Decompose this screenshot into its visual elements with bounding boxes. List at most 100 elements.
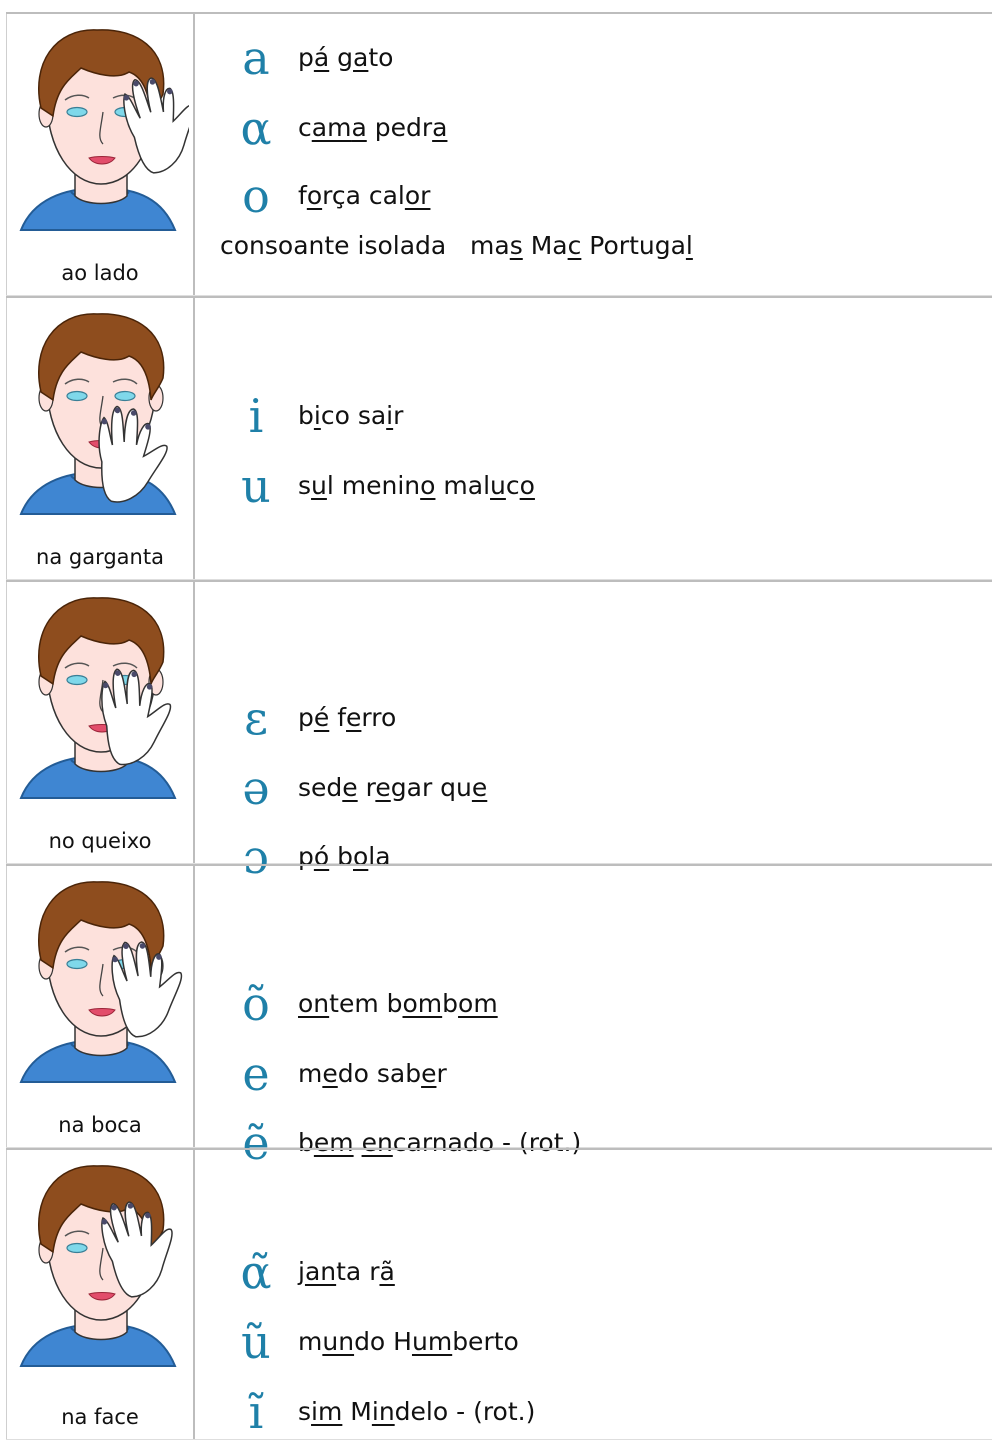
left-eye <box>66 1242 88 1254</box>
face-illustration <box>19 1165 177 1367</box>
highlighted-letters: e <box>342 773 358 802</box>
word-text: delo - (rot.) <box>394 1397 536 1426</box>
illustration-cell: na boca <box>6 866 195 1147</box>
example-words: cama pedra <box>298 98 447 158</box>
word-text: s <box>298 471 312 500</box>
examples-cell: i bico sair u sul menino maluco <box>196 298 992 579</box>
illustration-cell: na garganta <box>6 298 195 579</box>
examples-cell: α̃ janta rã ũ mundo Humberto ĩ sim Mindelo - … <box>196 1150 992 1439</box>
position-caption: na garganta <box>36 545 164 569</box>
example-words: medo saber <box>298 1044 447 1104</box>
highlighted-letters: un <box>322 1327 355 1356</box>
highlighted-letters: or <box>404 181 431 210</box>
examples-cell: õ ontem bombom e medo saber ẽ bem encarnado -… <box>196 866 992 1170</box>
highlighted-letters: e <box>322 1059 338 1088</box>
word-text: g <box>329 43 354 72</box>
phonetic-symbol: ĩ <box>248 1385 264 1439</box>
left-eye <box>66 958 88 970</box>
highlighted-letters: an <box>304 1257 337 1286</box>
word-text: c <box>298 113 312 142</box>
example-words: pé ferro <box>298 688 396 748</box>
highlighted-letters: e <box>471 773 488 802</box>
face-illustration <box>19 313 177 515</box>
illustration-cell: no queixo <box>6 582 195 863</box>
example-words: mundo Humberto <box>298 1312 519 1372</box>
phonetic-symbol: ɛ <box>244 691 268 745</box>
highlighted-letters: a <box>351 113 367 142</box>
word-text: pedr <box>366 113 433 142</box>
word-text: Ma <box>522 231 568 260</box>
highlighted-letters: e <box>421 1059 437 1088</box>
right-eye <box>114 390 136 402</box>
illustration-cell: ao lado <box>6 14 195 295</box>
highlighted-letters: i <box>313 401 321 430</box>
highlighted-letters: u <box>311 471 327 500</box>
example-words: força calor <box>298 166 430 226</box>
word-text: co sa <box>320 401 387 430</box>
phonetic-symbol: ũ <box>241 1315 271 1369</box>
highlighted-letters: á <box>313 43 330 72</box>
example-words: bico sair <box>298 386 403 446</box>
phonetic-symbol: a <box>242 31 270 85</box>
phonetic-symbol: õ <box>242 977 270 1031</box>
word-text: consoante isolada ma <box>220 231 510 260</box>
highlighted-letters: o <box>420 471 436 500</box>
word-text: p <box>298 43 314 72</box>
phonetic-symbol: α̃ <box>240 1245 272 1299</box>
position-caption: na face <box>61 1405 139 1429</box>
example-words: pá gato <box>298 28 393 88</box>
highlighted-letters: e <box>375 773 391 802</box>
sound-row: na boca õ ontem bombom e medo saber ẽ bem enca… <box>6 864 992 1170</box>
word-text: s <box>298 1397 312 1426</box>
highlighted-letters: e <box>346 703 362 732</box>
highlighted-letters: on <box>298 989 330 1018</box>
word-text: b <box>442 989 459 1018</box>
word-text: berto <box>452 1327 519 1356</box>
phonetic-symbol: u <box>241 459 271 513</box>
highlighted-letters: ã <box>379 1257 395 1286</box>
word-text: m <box>298 1327 323 1356</box>
highlighted-letters: in <box>371 1397 395 1426</box>
sound-row: na face α̃ janta rã ũ mundo Humberto ĩ sim Min… <box>6 1148 992 1440</box>
word-text: f <box>329 703 347 732</box>
word-text: do sab <box>337 1059 422 1088</box>
examples-cell: a pá gato α cama pedra o força calor consoante… <box>196 14 992 295</box>
example-words: ontem bombom <box>298 974 498 1034</box>
word-text: r <box>436 1059 447 1088</box>
word-text: c <box>505 471 520 500</box>
highlighted-letters: l <box>685 231 693 260</box>
sound-row: ao lado a pá gato α cama pedra o força calor co… <box>6 12 992 296</box>
highlighted-letters: om <box>402 989 443 1018</box>
highlighted-letters: s <box>509 231 523 260</box>
left-eye <box>66 674 88 686</box>
highlighted-letters: om <box>458 989 498 1018</box>
word-text: m <box>298 1059 323 1088</box>
position-caption: na boca <box>58 1113 142 1137</box>
word-text: f <box>298 181 307 210</box>
sound-row: na garganta i bico sair u sul menino maluco <box>6 296 992 580</box>
examples-cell: ɛ pé ferro ə sede regar que ɔ pó bola <box>196 582 992 884</box>
highlighted-letters: o <box>306 181 323 210</box>
phonetic-symbol: e <box>242 1047 270 1101</box>
word-text: gar qu <box>390 773 472 802</box>
highlighted-letters: u <box>490 471 506 500</box>
word-text: mal <box>435 471 491 500</box>
word-text: to <box>368 43 394 72</box>
sound-row: no queixo ɛ pé ferro ə sede regar que ɔ pó bol… <box>6 580 992 884</box>
highlighted-letters: é <box>313 703 330 732</box>
face-illustration <box>19 881 183 1083</box>
word-text: ta r <box>336 1257 380 1286</box>
word-text: j <box>298 1257 305 1286</box>
highlighted-letters: a <box>353 43 369 72</box>
phonetic-symbol: α <box>240 101 272 155</box>
illustration-cell: na face <box>6 1150 195 1439</box>
example-words: sede regar que <box>298 758 487 818</box>
left-eye <box>66 106 88 118</box>
example-words: sim Mindelo - (rot.) <box>298 1382 535 1442</box>
word-text: b <box>298 401 314 430</box>
phonetic-symbol: i <box>248 389 264 443</box>
highlighted-letters: o <box>519 471 535 500</box>
highlighted-letters: um <box>411 1327 453 1356</box>
word-text: M <box>342 1397 372 1426</box>
phonetic-symbol: o <box>242 169 270 223</box>
